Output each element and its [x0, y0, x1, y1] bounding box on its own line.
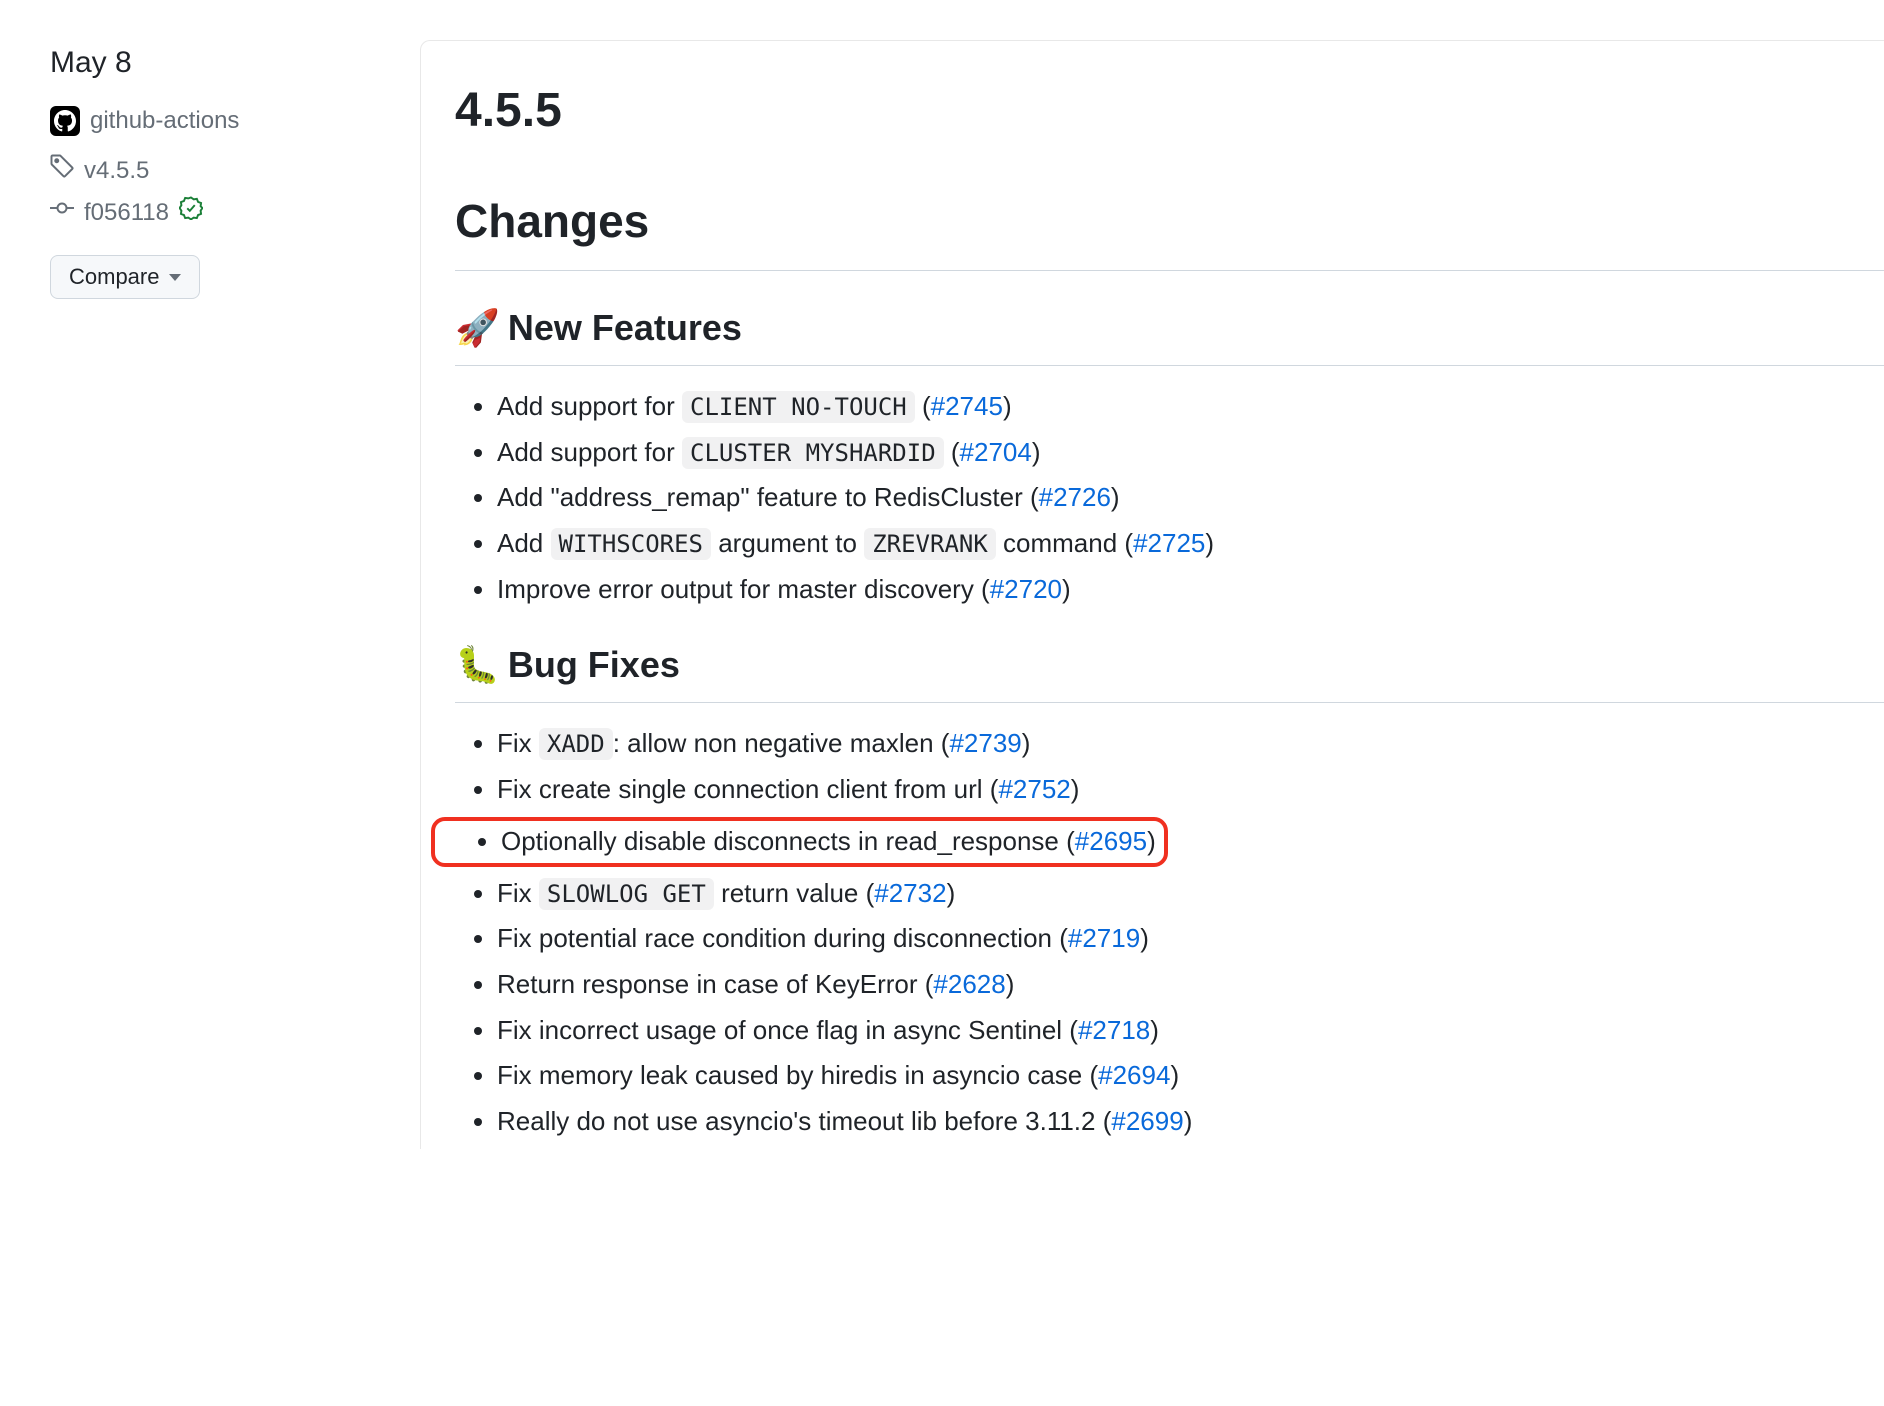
- release-body: 4.5.5 Changes 🚀New Features Add support f…: [420, 40, 1884, 1149]
- list-item: Add "address_remap" feature to RedisClus…: [497, 479, 1884, 517]
- author-name[interactable]: github-actions: [90, 103, 239, 139]
- list-item: Really do not use asyncio's timeout lib …: [497, 1103, 1884, 1141]
- list-item: Optionally disable disconnects in read_r…: [501, 823, 1156, 861]
- pr-link[interactable]: #2628: [933, 969, 1005, 999]
- pr-link[interactable]: #2726: [1039, 482, 1111, 512]
- author-row[interactable]: github-actions: [50, 103, 380, 139]
- changes-heading: Changes: [455, 187, 1884, 271]
- release-sidebar: May 8 github-actions v4.5.5 f056118 Comp…: [50, 40, 420, 1149]
- code-literal: SLOWLOG GET: [539, 878, 714, 910]
- verified-icon: [179, 195, 203, 231]
- section-title: Bug Fixes: [508, 638, 680, 692]
- list-item: Fix incorrect usage of once flag in asyn…: [497, 1012, 1884, 1050]
- pr-link[interactable]: #2694: [1098, 1060, 1170, 1090]
- section-list: Fix XADD: allow non negative maxlen (#27…: [455, 725, 1884, 1140]
- list-item: Add support for CLUSTER MYSHARDID (#2704…: [497, 434, 1884, 472]
- pr-link[interactable]: #2725: [1133, 528, 1205, 558]
- code-literal: CLUSTER MYSHARDID: [682, 437, 944, 469]
- section-emoji: 🐛: [455, 638, 500, 692]
- code-literal: WITHSCORES: [551, 528, 712, 560]
- section-title: New Features: [508, 301, 742, 355]
- release-date: May 8: [50, 40, 380, 85]
- section-emoji: 🚀: [455, 301, 500, 355]
- tag-name[interactable]: v4.5.5: [84, 153, 149, 189]
- commit-sha[interactable]: f056118: [84, 195, 169, 231]
- release-version: 4.5.5: [455, 75, 1884, 147]
- tag-row[interactable]: v4.5.5: [50, 153, 380, 189]
- pr-link[interactable]: #2704: [960, 437, 1032, 467]
- chevron-down-icon: [169, 274, 181, 281]
- pr-link[interactable]: #2719: [1068, 923, 1140, 953]
- compare-button[interactable]: Compare: [50, 255, 200, 299]
- list-item: Fix memory leak caused by hiredis in asy…: [497, 1057, 1884, 1095]
- list-item: Fix potential race condition during disc…: [497, 920, 1884, 958]
- code-literal: CLIENT NO-TOUCH: [682, 391, 915, 423]
- pr-link[interactable]: #2745: [931, 391, 1003, 421]
- pr-link[interactable]: #2695: [1075, 826, 1147, 856]
- commit-icon: [50, 195, 74, 231]
- list-item: Fix SLOWLOG GET return value (#2732): [497, 875, 1884, 913]
- list-item: Fix create single connection client from…: [497, 771, 1884, 809]
- compare-label: Compare: [69, 264, 159, 290]
- pr-link[interactable]: #2718: [1078, 1015, 1150, 1045]
- list-item: Return response in case of KeyError (#26…: [497, 966, 1884, 1004]
- section-heading: 🐛Bug Fixes: [455, 638, 1884, 703]
- tag-icon: [50, 153, 74, 189]
- section-heading: 🚀New Features: [455, 301, 1884, 366]
- code-literal: ZREVRANK: [864, 528, 996, 560]
- highlight-annotation: Optionally disable disconnects in read_r…: [431, 817, 1168, 867]
- code-literal: XADD: [539, 728, 613, 760]
- list-item: Improve error output for master discover…: [497, 571, 1884, 609]
- pr-link[interactable]: #2720: [990, 574, 1062, 604]
- list-item: Add support for CLIENT NO-TOUCH (#2745): [497, 388, 1884, 426]
- pr-link[interactable]: #2752: [998, 774, 1070, 804]
- pr-link[interactable]: #2739: [949, 728, 1021, 758]
- list-item: Fix XADD: allow non negative maxlen (#27…: [497, 725, 1884, 763]
- commit-row[interactable]: f056118: [50, 195, 380, 231]
- pr-link[interactable]: #2732: [874, 878, 946, 908]
- github-avatar-icon: [50, 106, 80, 136]
- pr-link[interactable]: #2699: [1111, 1106, 1183, 1136]
- section-list: Add support for CLIENT NO-TOUCH (#2745) A…: [455, 388, 1884, 608]
- list-item: Add WITHSCORES argument to ZREVRANK comm…: [497, 525, 1884, 563]
